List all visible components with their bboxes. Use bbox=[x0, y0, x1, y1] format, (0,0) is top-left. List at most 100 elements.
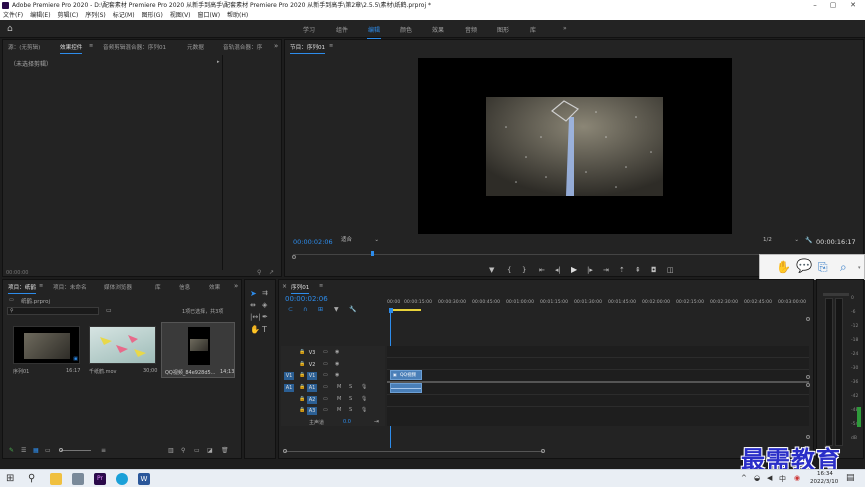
workspace-graphics[interactable]: 图形 bbox=[497, 25, 509, 34]
export-frame-icon[interactable]: ◘ bbox=[651, 266, 657, 274]
eye-icon[interactable]: ◉ bbox=[335, 361, 339, 367]
go-to-end-icon[interactable]: ⇥ bbox=[374, 418, 379, 425]
track-select-tool-icon[interactable]: ⇉ bbox=[262, 289, 268, 297]
workspace-libraries[interactable]: 库 bbox=[530, 25, 536, 34]
track-label-v2[interactable]: V2 bbox=[307, 361, 317, 369]
track-lock-icon[interactable]: 🔒 bbox=[299, 361, 305, 367]
panel-menu-icon[interactable]: ≡ bbox=[319, 283, 323, 289]
time-ruler[interactable]: 00:00 00:00:15:00 00:00:30:00 00:00:45:0… bbox=[387, 299, 809, 313]
clock-date[interactable]: 2022/3/10 bbox=[810, 479, 838, 485]
track-lock-icon[interactable]: 🔒 bbox=[299, 407, 305, 413]
freeform-view-icon[interactable]: ▭ bbox=[45, 447, 51, 454]
wrench-icon[interactable]: 🔧 bbox=[805, 237, 812, 244]
play-icon[interactable]: ▶ bbox=[571, 265, 577, 274]
automate-icon[interactable]: ▥ bbox=[168, 447, 174, 454]
search-icon[interactable]: ⚲ bbox=[28, 473, 35, 484]
premiere-taskbar-icon[interactable]: Pr bbox=[94, 473, 106, 485]
menu-window[interactable]: 窗口(W) bbox=[197, 11, 220, 20]
hand-tool-icon[interactable]: ✋ bbox=[250, 325, 260, 334]
mark-in-icon[interactable]: { bbox=[507, 266, 511, 274]
tab-effect-controls[interactable]: 效果控件 bbox=[60, 43, 83, 54]
go-to-in-icon[interactable]: ⇤ bbox=[539, 266, 545, 274]
input-language-indicator[interactable]: 中 bbox=[779, 474, 786, 484]
tab-effects[interactable]: 效果 bbox=[209, 283, 220, 291]
video-clip[interactable]: ▣ QQ视频 bbox=[390, 370, 422, 380]
work-area-bar[interactable] bbox=[389, 309, 421, 311]
tab-project-zhihe[interactable]: 项目：纸鹤 bbox=[8, 283, 36, 294]
menu-marker[interactable]: 标记(M) bbox=[113, 11, 135, 20]
menu-view[interactable]: 视图(V) bbox=[170, 11, 191, 20]
step-back-icon[interactable]: ◂| bbox=[555, 266, 561, 274]
photos-app-icon[interactable] bbox=[72, 473, 84, 485]
export-icon[interactable]: ⎘ bbox=[818, 260, 828, 275]
project-item-qq-card[interactable]: QQ视频_84e928d5... 14;13 bbox=[161, 322, 235, 378]
source-patch-v1[interactable]: V1 bbox=[284, 372, 294, 380]
workspace-more-button[interactable]: » bbox=[563, 25, 567, 32]
resolution-dropdown[interactable]: 1/2 ⌄ bbox=[763, 236, 799, 245]
lift-icon[interactable]: ⇡ bbox=[619, 266, 625, 274]
volume-icon[interactable]: ◀ bbox=[767, 474, 772, 482]
tray-app-icon[interactable]: ◉ bbox=[794, 474, 800, 482]
vertical-scroll-handle[interactable] bbox=[806, 375, 810, 379]
solo-button[interactable]: S bbox=[349, 384, 352, 390]
menu-edit[interactable]: 编辑(E) bbox=[30, 11, 50, 20]
lock-icon[interactable]: ✎ bbox=[9, 447, 14, 454]
track-lock-icon[interactable]: 🔒 bbox=[299, 384, 305, 390]
tab-libraries[interactable]: 库 bbox=[155, 283, 161, 291]
tab-audio-clip-mixer[interactable]: 音频剪辑混合器：序列01 bbox=[103, 43, 166, 51]
project-search-input[interactable]: ⚲ bbox=[7, 307, 99, 315]
master-volume-value[interactable]: 0.0 bbox=[343, 419, 351, 425]
mute-button[interactable]: M bbox=[337, 384, 341, 390]
timeline-timecode[interactable]: 00:00:02:06 bbox=[285, 295, 328, 303]
add-marker-icon[interactable]: ▼ bbox=[334, 306, 339, 313]
tab-audio-track-mixer[interactable]: 音轨混合器：序 bbox=[223, 43, 262, 51]
menu-clip[interactable]: 剪辑(C) bbox=[57, 11, 78, 20]
eye-icon[interactable]: ◉ bbox=[335, 349, 339, 355]
tab-program[interactable]: 节目：序列01 bbox=[290, 43, 326, 54]
new-bin-icon[interactable]: ▭ bbox=[106, 307, 112, 314]
track-label-v3[interactable]: V3 bbox=[307, 349, 317, 357]
snap-icon[interactable]: ∩ bbox=[303, 306, 307, 313]
project-item-mov-thumb[interactable] bbox=[89, 326, 156, 364]
expand-arrow-icon[interactable]: ▸ bbox=[217, 59, 220, 65]
panel-menu-icon[interactable]: ≡ bbox=[89, 43, 93, 49]
project-item-name[interactable]: 序列01 bbox=[13, 368, 29, 375]
track-label-a2[interactable]: A2 bbox=[307, 396, 317, 404]
panel-overflow-icon[interactable]: » bbox=[234, 282, 238, 290]
sync-lock-icon[interactable]: ▭ bbox=[323, 349, 328, 355]
selection-tool-icon[interactable]: ➤ bbox=[250, 289, 257, 298]
track-area[interactable]: ▣ QQ视频 bbox=[387, 346, 809, 426]
audio-clip[interactable] bbox=[390, 383, 422, 393]
type-tool-icon[interactable]: T bbox=[262, 325, 267, 334]
thumbnail-size-slider[interactable] bbox=[59, 448, 91, 452]
sort-icon[interactable]: ≡ bbox=[101, 447, 106, 454]
tab-metadata[interactable]: 元数据 bbox=[187, 43, 204, 51]
filter-icon[interactable]: ⚲ bbox=[257, 269, 261, 276]
pen-tool-icon[interactable]: ✒ bbox=[262, 313, 268, 321]
track-label-a1[interactable]: A1 bbox=[307, 384, 317, 392]
eye-icon[interactable]: ◉ bbox=[335, 372, 339, 378]
razor-tool-icon[interactable]: ◈ bbox=[262, 301, 267, 309]
solo-button[interactable]: S bbox=[349, 407, 352, 413]
linked-selection-icon[interactable]: ⊞ bbox=[318, 306, 323, 313]
tray-chevron-icon[interactable]: ^ bbox=[741, 474, 747, 482]
word-icon[interactable]: W bbox=[138, 473, 150, 485]
microphone-icon[interactable]: 🎙 bbox=[361, 384, 367, 390]
close-icon[interactable]: × bbox=[282, 283, 287, 290]
source-patch-a1[interactable]: A1 bbox=[284, 384, 294, 392]
track-lock-icon[interactable]: 🔒 bbox=[299, 349, 305, 355]
delete-icon[interactable]: 🗑 bbox=[221, 447, 229, 454]
panel-menu-icon[interactable]: ≡ bbox=[329, 43, 333, 49]
horizontal-scrollbar[interactable] bbox=[283, 449, 545, 453]
windows-start-icon[interactable]: ⊞ bbox=[6, 473, 14, 484]
list-view-icon[interactable]: ☰ bbox=[21, 447, 26, 454]
icon-view-icon[interactable]: ▦ bbox=[33, 447, 39, 454]
step-forward-icon[interactable]: |▸ bbox=[587, 266, 593, 274]
tab-sequence[interactable]: 序列01 bbox=[291, 283, 310, 294]
panel-overflow-icon[interactable]: » bbox=[274, 42, 278, 50]
track-lock-icon[interactable]: 🔒 bbox=[299, 372, 305, 378]
mark-out-icon[interactable]: } bbox=[522, 266, 526, 274]
comment-icon[interactable]: 💬 bbox=[796, 259, 812, 274]
new-item-icon[interactable]: ◪ bbox=[207, 447, 213, 454]
panel-menu-icon[interactable]: ≡ bbox=[39, 283, 43, 289]
